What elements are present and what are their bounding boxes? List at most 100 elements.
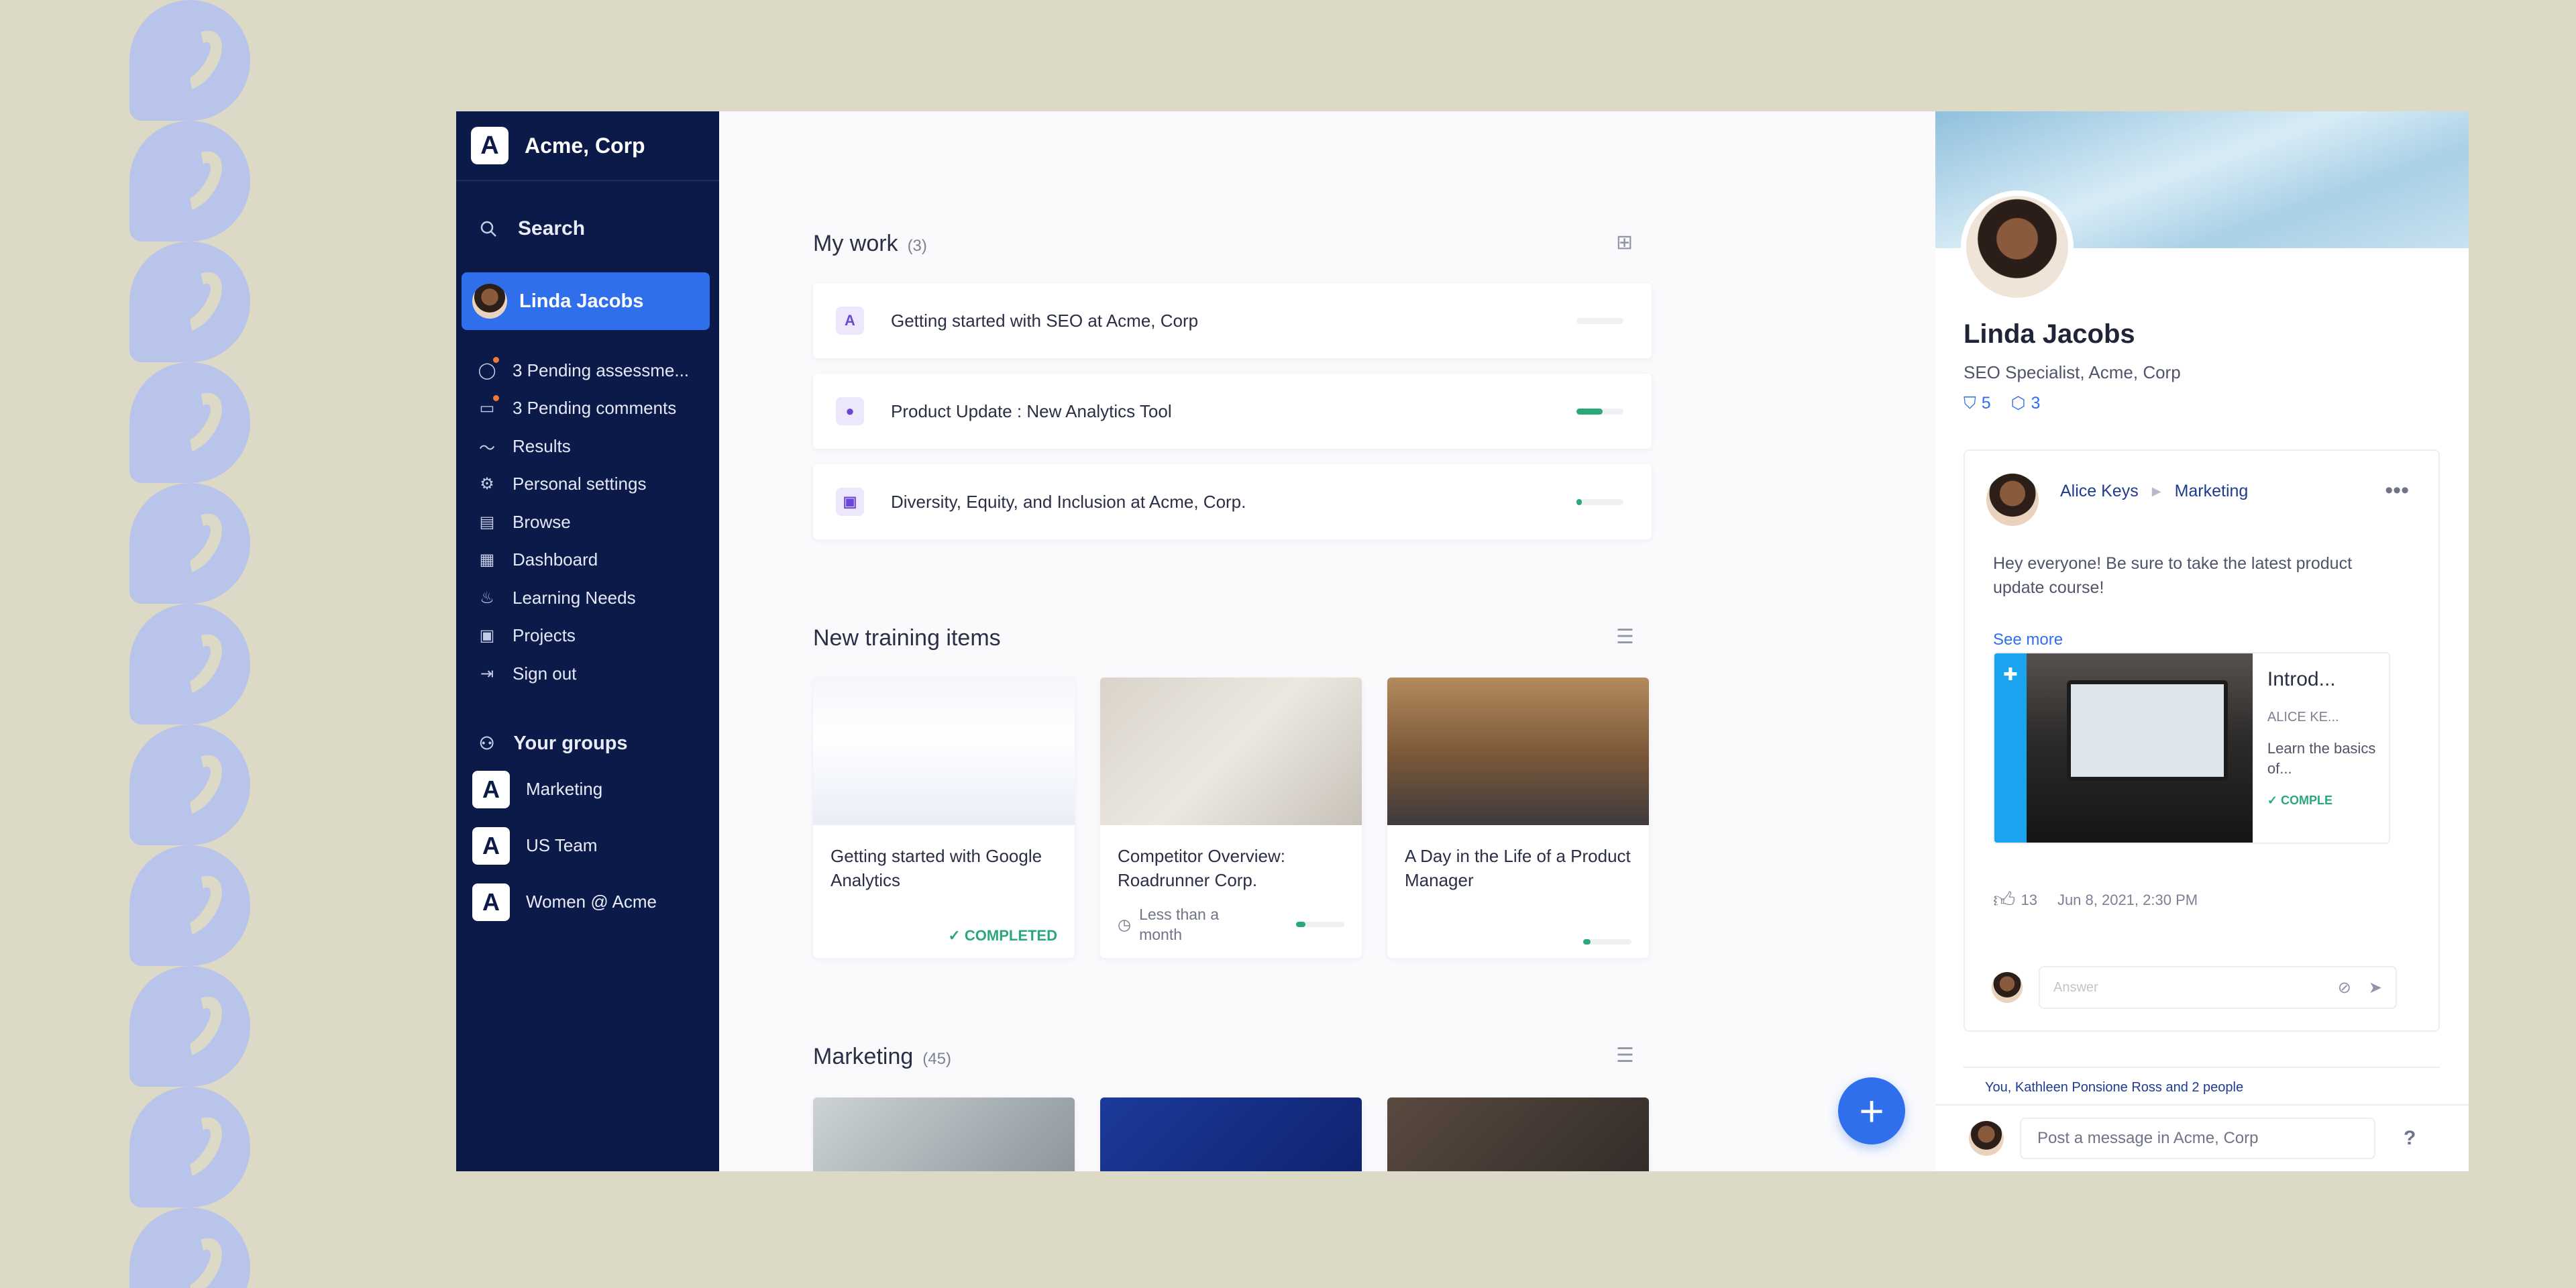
groups-icon: ⚇ (479, 733, 495, 753)
progress-bar (1296, 922, 1344, 927)
clock-icon: ◷ (1118, 916, 1132, 933)
user-profile-button[interactable]: Linda Jacobs (462, 272, 710, 330)
marketing-card[interactable] (1387, 1097, 1649, 1171)
badges-stat[interactable]: ⛉ 5 (1964, 393, 1991, 413)
message-composer: Post a message in Acme, Corp ? (1935, 1104, 2469, 1171)
thumbs-up-icon[interactable]: 👍︎ (1993, 887, 2015, 913)
reply-avatar (1992, 972, 2023, 1003)
user-name: Linda Jacobs (519, 290, 644, 312)
card-thumbnail (1100, 678, 1362, 825)
sidebar-item-pending-comments[interactable]: ▭ 3 Pending comments (476, 390, 719, 428)
post-reactions: 👍︎ 13 Jun 8, 2021, 2:30 PM (1993, 887, 2198, 913)
search-icon (480, 221, 496, 237)
search-button[interactable]: Search (456, 212, 719, 246)
my-work-count: (3) (907, 237, 927, 255)
completed-badge: ✓ COMPLETED (948, 927, 1057, 944)
sidebar-item-label: Learning Needs (513, 587, 636, 608)
training-card[interactable]: A Day in the Life of a Product Manager (1387, 678, 1649, 958)
card-thumbnail (1387, 678, 1649, 825)
brand-name: Acme, Corp (525, 133, 645, 158)
sidebar-item-pending-assessments[interactable]: ◯ 3 Pending assessme... (476, 352, 719, 390)
training-heading: New training items (813, 625, 1001, 651)
sidebar-nav: ◯ 3 Pending assessme... ▭ 3 Pending comm… (456, 352, 719, 693)
post-author[interactable]: Alice Keys (2060, 482, 2139, 501)
sidebar-item-label: Personal settings (513, 474, 647, 494)
group-label: US Team (526, 835, 598, 855)
card-title: Getting started with Google Analytics (830, 846, 1042, 890)
profile-name: Linda Jacobs (1964, 319, 2135, 349)
work-item[interactable]: ● Product Update : New Analytics Tool (813, 374, 1652, 449)
group-label: Marketing (526, 779, 603, 799)
embed-author: ALICE KE... (2267, 710, 2339, 724)
progress-bar (1576, 498, 1623, 505)
send-icon[interactable]: ➤ (2369, 978, 2382, 998)
sidebar-item-personal-settings[interactable]: ⚙ Personal settings (476, 466, 719, 504)
groups-heading[interactable]: ⚇ Your groups (456, 727, 719, 761)
groups-title: Your groups (513, 733, 628, 754)
sidebar-item-sign-out[interactable]: ⇥ Sign out (476, 655, 719, 693)
progress-bar (1583, 939, 1631, 945)
card-thumbnail (813, 1097, 1075, 1171)
brand-header[interactable]: A Acme, Corp (456, 111, 719, 181)
my-work-title: My work (813, 231, 898, 256)
card-thumbnail (1100, 1097, 1362, 1171)
grid-view-icon[interactable]: ⊞ (1616, 231, 1633, 254)
embedded-course-card[interactable]: ✚ Introd... ALICE KE... Learn the basics… (1993, 652, 2390, 844)
flame-icon: ♨ (480, 588, 494, 607)
work-item-title: Getting started with SEO at Acme, Corp (891, 310, 1199, 331)
see-more-link[interactable]: See more (1993, 631, 2063, 649)
attachment-icon[interactable]: ⊘ (2338, 978, 2351, 998)
embed-status: ✓ COMPLE (2267, 794, 2332, 807)
sidebar-item-projects[interactable]: ▣ Projects (476, 617, 719, 655)
work-item[interactable]: ▣ Diversity, Equity, and Inclusion at Ac… (813, 464, 1652, 539)
progress-bar (1576, 317, 1623, 324)
marketing-card[interactable] (1100, 1097, 1362, 1171)
post-text: Hey everyone! Be sure to take the latest… (1993, 554, 2353, 597)
post-author-avatar[interactable] (1986, 474, 2039, 526)
help-icon[interactable]: ? (2404, 1127, 2416, 1150)
marketing-card[interactable] (813, 1097, 1075, 1171)
profile-avatar[interactable] (1961, 191, 2074, 303)
card-title: Competitor Overview: Roadrunner Corp. (1118, 846, 1285, 890)
course-badge-icon: ▣ (836, 488, 864, 516)
more-options-icon[interactable]: ••• (2385, 478, 2409, 504)
training-card[interactable]: Getting started with Google Analytics ✓ … (813, 678, 1075, 958)
sidebar-item-label: Dashboard (513, 549, 598, 570)
card-duration: Less than a month (1139, 906, 1219, 943)
group-logo-icon: A (472, 883, 510, 921)
reply-input[interactable]: Answer ⊘ ➤ (2039, 966, 2397, 1009)
my-work-heading: My work (3) (813, 231, 927, 257)
marketing-heading: Marketing (45) (813, 1044, 951, 1070)
sidebar-item-results[interactable]: 〜 Results (476, 427, 719, 466)
marketing-title: Marketing (813, 1044, 914, 1069)
points-stat[interactable]: ⬡ 3 (2011, 393, 2041, 413)
shield-icon: ⛉ (1964, 393, 1976, 413)
sign-out-icon: ⇥ (480, 664, 494, 683)
group-logo-icon: A (472, 826, 510, 865)
post-group[interactable]: Marketing (2175, 482, 2249, 501)
work-item[interactable]: A Getting started with SEO at Acme, Corp (813, 283, 1652, 358)
add-button[interactable]: + (1838, 1077, 1905, 1144)
group-item-women-acme[interactable]: A Women @ Acme (456, 874, 719, 930)
app-window: A Acme, Corp Search Linda Jacobs ◯ 3 Pen… (456, 111, 2469, 1171)
post-message-input[interactable]: Post a message in Acme, Corp (2020, 1118, 2375, 1159)
sidebar-item-browse[interactable]: ▤ Browse (476, 503, 719, 541)
list-view-icon[interactable]: ☰ (1616, 625, 1634, 649)
sidebar-item-label: Browse (513, 511, 571, 532)
card-thumbnail (1387, 1097, 1649, 1171)
check-circle-icon: ◯ (476, 357, 499, 381)
work-item-title: Diversity, Equity, and Inclusion at Acme… (891, 491, 1246, 512)
search-label: Search (518, 217, 586, 239)
group-item-marketing[interactable]: A Marketing (456, 761, 719, 818)
sidebar: A Acme, Corp Search Linda Jacobs ◯ 3 Pen… (456, 111, 719, 1171)
user-avatar (472, 284, 507, 319)
sidebar-item-learning-needs[interactable]: ♨ Learning Needs (476, 579, 719, 617)
group-item-us-team[interactable]: A US Team (456, 818, 719, 874)
hexagon-icon: ⬡ (2010, 394, 2026, 413)
sidebar-item-dashboard[interactable]: ▦ Dashboard (476, 541, 719, 580)
next-post-preview: You, Kathleen Ponsione Ross and 2 people (1964, 1067, 2440, 1107)
marketing-count: (45) (922, 1050, 951, 1068)
card-thumbnail (813, 678, 1075, 825)
training-card[interactable]: Competitor Overview: Roadrunner Corp. ◷ L… (1100, 678, 1362, 958)
list-view-icon[interactable]: ☰ (1616, 1044, 1634, 1067)
